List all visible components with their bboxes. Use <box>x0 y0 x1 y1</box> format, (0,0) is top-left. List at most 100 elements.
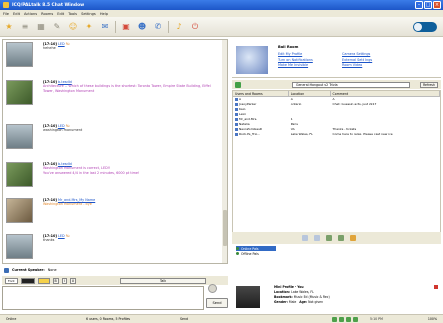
minimize-icon[interactable]: – <box>415 1 423 9</box>
network-icon <box>332 316 337 322</box>
message-time: [17:10] <box>43 162 57 166</box>
column-header[interactable]: Comment <box>331 91 440 96</box>
message-nick[interactable]: b-tesdld <box>58 162 72 166</box>
menu-tools[interactable]: Tools <box>68 12 77 16</box>
group-icon[interactable] <box>326 235 332 241</box>
avatar <box>6 198 33 223</box>
status-send: Send <box>180 317 189 321</box>
record-icon[interactable] <box>208 284 217 293</box>
link-notifications[interactable]: Turn on Notifications <box>278 58 342 62</box>
message-extra: You've answered 4/4 in the last 2 minute… <box>43 170 140 175</box>
avatar <box>6 124 33 149</box>
offline-icon <box>236 252 239 255</box>
presence-toggle[interactable] <box>413 22 437 32</box>
room-selector-bar: General:Hangout v2 Trivia Refresh <box>232 80 441 89</box>
link-external-settings[interactable]: External Sett Ings <box>342 58 402 62</box>
message-text: Washington Monument - bye <box>43 202 92 207</box>
room-selector[interactable]: General:Hangout v2 Trivia <box>292 81 410 88</box>
bookmark-icon[interactable]: ✦ <box>83 21 95 33</box>
send-button[interactable]: Send <box>206 298 228 308</box>
room-links: Edit My Profile Camera Settings Turn on … <box>278 52 402 67</box>
status-bar: Online 6 users, 0 Rooms, 5 Profiles Send… <box>0 314 443 323</box>
phone-icon[interactable]: ✆ <box>152 21 164 33</box>
chat-message: [17:10] b-tesdld Washington Monument is … <box>6 162 221 187</box>
menu-rooms[interactable]: Rooms <box>41 12 53 16</box>
message-nick[interactable]: LED <box>58 124 65 128</box>
column-header[interactable]: Location <box>289 91 331 96</box>
list-view-icon[interactable] <box>314 235 320 241</box>
star-icon[interactable]: ★ <box>3 21 15 33</box>
status-time: 5:10 PM <box>370 317 383 321</box>
menu-edit-2[interactable]: Edit <box>57 12 64 16</box>
list-icon[interactable]: ≡ <box>19 21 31 33</box>
grid-icon[interactable]: ▦ <box>35 21 47 33</box>
list-item[interactable]: Offline Pals <box>236 251 336 256</box>
folder-icon[interactable]: ▣ <box>120 21 132 33</box>
toggle-knob <box>414 23 422 31</box>
online-icon <box>236 247 239 250</box>
status-users: 6 users, 0 Rooms, 5 Profiles <box>86 317 131 321</box>
color-select[interactable] <box>20 277 35 284</box>
link-edit-profile[interactable]: Edit My Profile <box>278 52 342 56</box>
toolbar-separator-2 <box>168 20 169 33</box>
message-nick[interactable]: b-tesdld <box>58 80 72 84</box>
add-pal-icon[interactable] <box>302 235 308 241</box>
underline-button[interactable]: U <box>69 277 77 284</box>
menu-file[interactable]: File <box>3 12 9 16</box>
link-camera-settings[interactable]: Camera Settings <box>342 52 402 56</box>
message-nick[interactable]: LED <box>58 234 65 238</box>
options-icon[interactable] <box>350 235 356 241</box>
message-time: [17:10] <box>43 124 57 128</box>
column-header[interactable]: Users and Rooms <box>233 91 289 96</box>
search-pal-icon[interactable] <box>338 235 344 241</box>
room-image <box>236 46 268 74</box>
user-comment: Come here to relax. Please cast new ice <box>332 132 393 136</box>
menu-actions[interactable]: Actions <box>24 12 37 16</box>
maximize-icon[interactable]: □ <box>424 1 432 9</box>
sound-icon <box>339 316 344 322</box>
room-name: Ball Room <box>278 45 299 49</box>
user-table: Users and Rooms Location Comment AAA Jos… <box>232 90 441 242</box>
chat-message: [17:10] LED %: washington monument <box>6 124 221 149</box>
gender-label: Gender: <box>274 300 288 304</box>
pals-list: Online Pals Offline Pals <box>236 246 336 256</box>
power-icon[interactable]: ⏻ <box>189 21 201 33</box>
close-profile-icon[interactable] <box>434 285 438 289</box>
message-input[interactable] <box>2 286 204 310</box>
people-icon[interactable]: ☻ <box>136 21 148 33</box>
scroll-thumb[interactable] <box>222 210 227 246</box>
window-title: ICQ/PALtalk 8.5 Chat Window <box>12 2 85 8</box>
bell-icon[interactable]: ♪ <box>173 21 185 33</box>
chat-scrollbar[interactable] <box>222 40 227 263</box>
menu-settings[interactable]: Settings <box>81 12 96 16</box>
talk-button[interactable]: Talk <box>120 277 206 284</box>
message-tail: %: <box>65 234 71 238</box>
profile-photo <box>236 286 260 308</box>
status-online: Online <box>6 317 17 321</box>
profile-title: Mini Profile - You <box>274 285 304 289</box>
menu-bar: File Edit Actions Rooms Edit Tools Setti… <box>0 10 443 17</box>
message-tail: %: <box>65 42 71 46</box>
smiley-select[interactable] <box>37 277 50 284</box>
pen-icon[interactable]: ✎ <box>51 21 63 33</box>
toolbar: ★ ≡ ▦ ✎ ☺ ✦ ✉ ▣ ☻ ✆ ♪ ⏻ <box>0 17 443 37</box>
table-row[interactable]: Rock.Ps_Trio... Lake Wales, FL Come here t… <box>233 132 440 137</box>
chat-icon[interactable]: ✉ <box>99 21 111 33</box>
list-item-label: Online Pals <box>241 246 259 251</box>
message-nick[interactable]: LED <box>58 42 65 46</box>
smiley-icon[interactable]: ☺ <box>67 21 79 33</box>
message-nick[interactable]: Mr_and.Mrs_My Name <box>58 198 95 202</box>
bookmark-value: Music Ed (Music & Rec) <box>293 295 330 299</box>
font-select[interactable]: Font <box>5 277 18 284</box>
link-invisible[interactable]: Make Me Invisible <box>278 63 342 67</box>
menu-help[interactable]: Help <box>100 12 108 16</box>
bold-button[interactable]: B <box>52 277 59 284</box>
location-value: Lake Wales, FL <box>291 290 314 294</box>
message-time: [17:10] <box>43 198 57 202</box>
close-icon[interactable]: × <box>433 1 441 9</box>
italic-button[interactable]: I <box>61 277 67 284</box>
refresh-button[interactable]: Refresh <box>419 81 438 88</box>
menu-edit[interactable]: Edit <box>13 12 20 16</box>
list-item-label: Offline Pals <box>241 251 259 256</box>
link-room-video[interactable]: Room Video <box>342 63 402 67</box>
